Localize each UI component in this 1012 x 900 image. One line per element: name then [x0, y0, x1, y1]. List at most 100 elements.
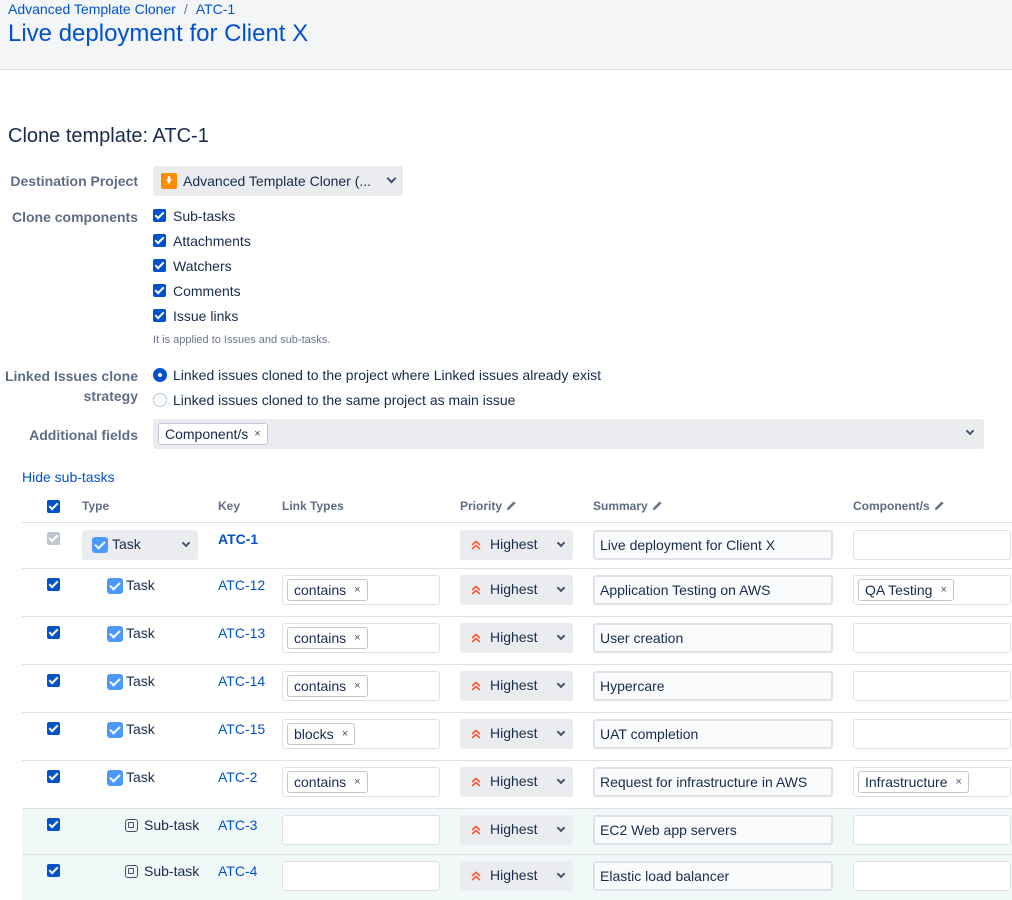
- column-header-type: Type: [82, 499, 110, 513]
- priority-select[interactable]: Highest: [460, 575, 573, 605]
- project-avatar-icon: [161, 173, 177, 189]
- link-types-field[interactable]: blocks ×: [282, 719, 440, 749]
- row-checkbox[interactable]: [47, 864, 60, 877]
- radio-existing-project[interactable]: [153, 368, 167, 382]
- link-types-field[interactable]: contains ×: [282, 671, 440, 701]
- select-all-checkbox[interactable]: [47, 500, 60, 513]
- page-title: Live deployment for Client X: [8, 20, 309, 47]
- components-field[interactable]: [853, 719, 1011, 749]
- summary-field[interactable]: User creation: [593, 623, 833, 653]
- priority-label: Highest: [490, 867, 538, 883]
- issue-key-link[interactable]: ATC-15: [218, 721, 265, 737]
- priority-highest-icon: [471, 777, 481, 787]
- issue-key-link[interactable]: ATC-4: [218, 863, 257, 879]
- row-checkbox[interactable]: [47, 818, 60, 831]
- row-checkbox[interactable]: [47, 626, 60, 639]
- issue-key-link[interactable]: ATC-12: [218, 577, 265, 593]
- issue-key-link[interactable]: ATC-3: [218, 817, 257, 833]
- remove-tag-icon[interactable]: ×: [354, 632, 360, 644]
- additional-field-tag: Component/s ×: [158, 423, 268, 445]
- radio-same-project[interactable]: [153, 393, 167, 407]
- summary-field[interactable]: UAT completion: [593, 719, 833, 749]
- priority-select[interactable]: Highest: [460, 623, 573, 653]
- additional-fields-select[interactable]: [153, 419, 984, 449]
- summary-field[interactable]: Live deployment for Client X: [593, 530, 833, 560]
- remove-tag-icon[interactable]: ×: [342, 728, 348, 740]
- chevron-down-icon: [556, 775, 566, 785]
- priority-label: Highest: [490, 725, 538, 741]
- remove-tag-icon[interactable]: ×: [354, 776, 360, 788]
- issue-type-label: Task: [112, 536, 141, 552]
- summary-field[interactable]: Hypercare: [593, 671, 833, 701]
- priority-label: Highest: [490, 773, 538, 789]
- table-row: Task ATC-1 Highest Live deployment for C…: [22, 522, 1012, 568]
- link-types-field[interactable]: contains ×: [282, 623, 440, 653]
- chevron-down-icon: [556, 823, 566, 833]
- summary-value: Application Testing on AWS: [600, 582, 771, 598]
- summary-value: Elastic load balancer: [600, 868, 730, 884]
- task-icon: [107, 674, 123, 690]
- priority-select[interactable]: Highest: [460, 671, 573, 701]
- issue-key-link[interactable]: ATC-2: [218, 769, 257, 785]
- destination-project-select[interactable]: Advanced Template Cloner (...: [153, 166, 403, 196]
- issue-key-link[interactable]: ATC-1: [218, 531, 258, 547]
- tag-label: contains: [294, 630, 347, 646]
- checkbox-watchers[interactable]: [153, 259, 166, 272]
- components-field[interactable]: [853, 861, 1011, 891]
- issue-key-link[interactable]: ATC-13: [218, 625, 265, 641]
- components-field[interactable]: QA Testing ×: [853, 575, 1011, 605]
- issue-type-select[interactable]: Task: [82, 530, 198, 560]
- link-types-field[interactable]: contains ×: [282, 767, 440, 797]
- chevron-down-icon: [965, 426, 975, 436]
- row-checkbox[interactable]: [47, 578, 60, 591]
- remove-tag-icon[interactable]: ×: [354, 584, 360, 596]
- breadcrumb-project-link[interactable]: Advanced Template Cloner: [8, 1, 176, 17]
- hide-subtasks-link[interactable]: Hide sub-tasks: [22, 469, 115, 485]
- components-field[interactable]: [853, 815, 1011, 845]
- pencil-icon[interactable]: [934, 500, 945, 511]
- breadcrumb-issue-link[interactable]: ATC-1: [196, 1, 235, 17]
- tag-label: contains: [294, 582, 347, 598]
- link-types-field[interactable]: [282, 815, 440, 845]
- priority-select[interactable]: Highest: [460, 767, 573, 797]
- components-field[interactable]: Infrastructure ×: [853, 767, 1011, 797]
- pencil-icon[interactable]: [506, 500, 517, 511]
- tag-label: contains: [294, 774, 347, 790]
- summary-field[interactable]: Application Testing on AWS: [593, 575, 833, 605]
- subtask-icon: [125, 819, 138, 832]
- priority-select[interactable]: Highest: [460, 719, 573, 749]
- task-icon: [107, 578, 123, 594]
- summary-field[interactable]: EC2 Web app servers: [593, 815, 833, 845]
- clone-components-label: Clone components: [11, 209, 138, 225]
- remove-tag-icon[interactable]: ×: [254, 428, 260, 440]
- checkbox-sub-tasks[interactable]: [153, 209, 166, 222]
- link-types-field[interactable]: [282, 861, 440, 891]
- checkbox-comments[interactable]: [153, 284, 166, 297]
- pencil-icon[interactable]: [652, 500, 663, 511]
- row-checkbox[interactable]: [47, 722, 60, 735]
- row-checkbox[interactable]: [47, 674, 60, 687]
- row-checkbox[interactable]: [47, 770, 60, 783]
- priority-select[interactable]: Highest: [460, 530, 573, 560]
- components-field[interactable]: [853, 671, 1011, 701]
- priority-highest-icon: [471, 681, 481, 691]
- issue-key-link[interactable]: ATC-14: [218, 673, 265, 689]
- priority-select[interactable]: Highest: [460, 861, 573, 891]
- table-row: Task ATC-12 contains × Highest Applicatio…: [22, 568, 1012, 616]
- checkbox-issue-links[interactable]: [153, 309, 166, 322]
- checkbox-attachments[interactable]: [153, 234, 166, 247]
- summary-field[interactable]: Elastic load balancer: [593, 861, 833, 891]
- remove-tag-icon[interactable]: ×: [955, 776, 961, 788]
- link-types-field[interactable]: contains ×: [282, 575, 440, 605]
- summary-field[interactable]: Request for infrastructure in AWS: [593, 767, 833, 797]
- components-field[interactable]: [853, 623, 1011, 653]
- tag-label: blocks: [294, 726, 334, 742]
- remove-tag-icon[interactable]: ×: [940, 584, 946, 596]
- strategy-label: Linked Issues clone: [4, 368, 138, 384]
- column-header-key: Key: [218, 499, 241, 513]
- link-type-tag: contains ×: [287, 771, 368, 793]
- header-label: Component/s: [853, 499, 930, 513]
- remove-tag-icon[interactable]: ×: [354, 680, 360, 692]
- components-field[interactable]: [853, 530, 1011, 560]
- priority-select[interactable]: Highest: [460, 815, 573, 845]
